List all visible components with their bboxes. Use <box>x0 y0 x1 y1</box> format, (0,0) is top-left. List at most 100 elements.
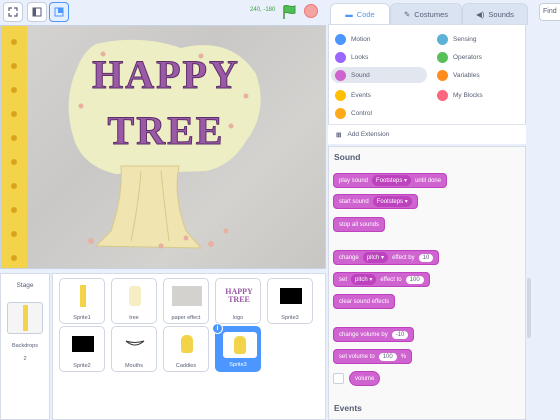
tab-costumes[interactable]: ✎ Costumes <box>390 3 462 25</box>
change-effect-block[interactable]: change pitch ▾ effect by 10 <box>333 250 440 265</box>
play-sound-block[interactable]: play sound Footsteps ▾ until done <box>333 173 448 188</box>
category-variables[interactable]: Variables <box>433 67 521 83</box>
volume-reporter[interactable]: volume <box>349 371 381 386</box>
category-control[interactable]: Control <box>331 105 419 121</box>
brush-icon: ✎ <box>403 10 411 19</box>
category-label: Sound <box>351 71 370 79</box>
mouth-icon <box>125 340 145 346</box>
block-text: set <box>339 276 348 283</box>
sprite-tile[interactable]: Caddies <box>163 326 209 372</box>
sprite-name: tree <box>129 315 139 321</box>
fullscreen-icon[interactable] <box>3 2 23 22</box>
category-label: Control <box>351 109 372 117</box>
sprite-list: Sprite1 tree paper effect HAPPY TREE log… <box>52 273 326 420</box>
operators-icon <box>437 51 448 63</box>
happy-title: HAPPY <box>92 52 240 97</box>
category-label: Events <box>351 91 371 99</box>
sensing-icon <box>437 33 448 45</box>
sprite-name: paper effect <box>171 315 201 321</box>
set-effect-block[interactable]: set pitch ▾ effect to 100 <box>333 272 430 287</box>
effect-dropdown[interactable]: pitch ▾ <box>351 274 377 285</box>
category-sensing[interactable]: Sensing <box>433 31 521 47</box>
sprite-name: Sprite3 <box>281 315 299 321</box>
sprite-name: Mouths <box>124 363 144 369</box>
category-events[interactable]: Events <box>331 87 419 103</box>
events-section-header: Events <box>334 403 362 413</box>
stop-all-sounds-block[interactable]: stop all sounds <box>333 217 386 232</box>
events-icon <box>335 89 346 101</box>
backdrops-count: 2 <box>23 356 27 362</box>
logo-thumb-line-2: TREE <box>228 295 250 304</box>
set-volume-block[interactable]: set volume to 100 % <box>333 349 413 364</box>
info-icon[interactable]: i <box>212 323 223 334</box>
category-label: My Blocks <box>453 91 483 99</box>
add-extension-button[interactable]: ⊞ Add Extension <box>328 124 526 144</box>
stage-scene: HAPPY TREE <box>1 26 261 268</box>
sound-section-header: Sound <box>334 152 361 162</box>
variables-icon <box>437 69 448 81</box>
number-input[interactable]: 10 <box>418 253 434 262</box>
category-label: Variables <box>453 71 480 79</box>
block-text: clear sound effects <box>339 298 390 305</box>
looks-icon <box>335 51 346 63</box>
sprite-tile[interactable]: Sprite1 <box>59 278 105 324</box>
speaker-icon: ◀) <box>476 10 485 19</box>
block-text: start sound <box>339 198 369 205</box>
sprite-tile-selected[interactable]: Sprite3 i <box>212 323 261 372</box>
category-looks[interactable]: Looks <box>331 49 419 65</box>
tree-title: TREE <box>108 108 225 153</box>
sprite-tile[interactable]: Sprite2 <box>59 326 105 372</box>
number-input[interactable]: -10 <box>391 330 409 339</box>
control-icon <box>335 107 346 119</box>
blocks-palette: Sound play sound Footsteps ▾ until done … <box>328 146 526 420</box>
palette-scrollbar[interactable] <box>527 278 531 338</box>
block-text: stop all sounds <box>339 221 380 228</box>
sprite-name: Sprite1 <box>73 315 91 321</box>
clear-sound-effects-block[interactable]: clear sound effects <box>333 294 396 309</box>
stage-selector[interactable]: Stage Backdrops 2 <box>0 273 50 420</box>
sprite-tile[interactable]: Sprite3 <box>267 278 313 324</box>
sound-dropdown[interactable]: Footsteps ▾ <box>372 175 412 186</box>
sprite-tile[interactable]: paper effect <box>163 278 209 324</box>
effect-dropdown[interactable]: pitch ▾ <box>362 252 389 263</box>
coordinates-readout: 240, -180 <box>250 7 276 13</box>
number-input[interactable]: 100 <box>405 275 424 284</box>
sprite-tile[interactable]: HAPPY TREE logo <box>215 278 261 324</box>
sprite-tile[interactable]: tree <box>111 278 157 324</box>
tab-costumes-label: Costumes <box>414 10 449 19</box>
category-my-blocks[interactable]: My Blocks <box>433 87 521 103</box>
category-label: Sensing <box>453 35 477 43</box>
start-sound-block[interactable]: start sound Footsteps ▾ <box>333 194 418 209</box>
motion-icon <box>335 33 346 45</box>
tab-sounds-label: Sounds <box>488 10 514 19</box>
tab-sounds[interactable]: ◀) Sounds <box>462 3 528 25</box>
add-extension-label: Add Extension <box>347 131 390 138</box>
normal-stage-icon[interactable] <box>49 2 69 22</box>
stage-toolbar: 240, -180 <box>0 0 326 24</box>
tab-code[interactable]: ▬ Code <box>330 3 390 25</box>
category-label: Operators <box>453 53 482 61</box>
find-input[interactable]: Find <box>539 3 560 21</box>
block-text: change volume by <box>339 331 388 338</box>
change-volume-block[interactable]: change volume by -10 <box>333 327 415 342</box>
sprite-tile[interactable]: Mouths <box>111 326 157 372</box>
add-extension-icon: ⊞ <box>336 131 342 139</box>
stage-canvas[interactable]: HAPPY TREE <box>0 25 326 269</box>
category-label: Looks <box>351 53 369 61</box>
small-stage-icon[interactable] <box>27 2 47 22</box>
stop-icon[interactable] <box>304 4 318 18</box>
category-operators[interactable]: Operators <box>433 49 521 65</box>
number-input[interactable]: 100 <box>378 352 397 361</box>
stage-thumbnail[interactable] <box>7 302 43 334</box>
category-sound[interactable]: Sound <box>331 67 427 83</box>
volume-checkbox[interactable] <box>333 373 344 384</box>
tab-code-label: Code <box>356 10 375 19</box>
sprite-name: Sprite2 <box>73 363 91 369</box>
green-flag-icon[interactable] <box>281 4 297 20</box>
block-text: set volume to <box>339 353 375 360</box>
sprite-name: Sprite3 <box>229 362 247 368</box>
block-text: % <box>400 353 407 360</box>
sound-dropdown[interactable]: Footsteps ▾ <box>372 196 412 207</box>
block-text: play sound <box>339 177 369 184</box>
category-motion[interactable]: Motion <box>331 31 419 47</box>
